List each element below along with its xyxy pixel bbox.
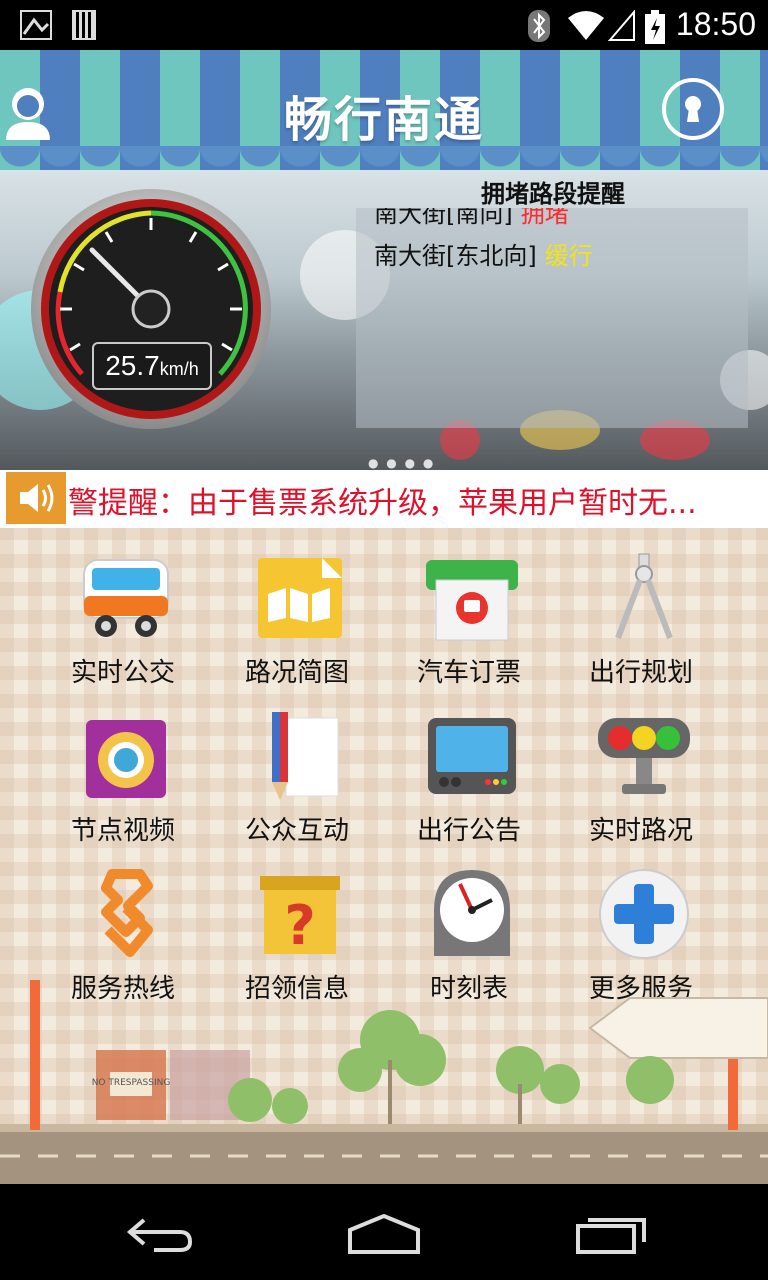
speed-value: 25.7 bbox=[105, 350, 160, 381]
traffic-panel: 25.7km/h 拥堵路段提醒 南大街[南向] 拥堵 南大街[东北向] 缓行 ● ●… bbox=[0, 170, 768, 470]
clock-icon bbox=[434, 870, 510, 956]
congestion-item[interactable]: 南大街[东北向] 缓行 bbox=[374, 236, 593, 271]
clock-time: 18:50 bbox=[675, 6, 756, 42]
svg-text:?: ? bbox=[284, 894, 315, 957]
menu-item-realtime-traffic[interactable]: 实时路况 bbox=[556, 698, 726, 848]
menu-label: 出行公告 bbox=[416, 816, 521, 846]
speedometer-gauge bbox=[31, 189, 271, 429]
menu-label: 实时路况 bbox=[588, 816, 693, 846]
speed-unit: km/h bbox=[159, 359, 199, 379]
menu-label: 公众互动 bbox=[244, 816, 349, 846]
road-name: 南大街[东北向] bbox=[374, 242, 537, 270]
notice-text: 警提醒：由于售票系统升级，苹果用户暂时无... bbox=[68, 486, 697, 521]
status-bar: 18:50 bbox=[0, 0, 768, 50]
system-nav-bar bbox=[0, 1184, 768, 1280]
map-icon bbox=[258, 558, 342, 638]
compass-icon bbox=[615, 553, 673, 640]
speed-readout: 25.7km/h bbox=[92, 342, 212, 390]
road-name: 南大街[南向] bbox=[374, 208, 513, 228]
menu-item-trip-planning[interactable]: 出行规划 bbox=[556, 540, 726, 690]
recent-apps-button-icon[interactable] bbox=[574, 1214, 648, 1254]
pencil-icon bbox=[272, 712, 339, 800]
menu-item-ticket-booking[interactable]: 汽车订票 bbox=[384, 540, 554, 690]
signal-icon bbox=[608, 10, 635, 41]
bus-icon bbox=[83, 559, 169, 637]
keyhole-icon bbox=[685, 96, 701, 122]
traffic-light-icon bbox=[598, 718, 690, 794]
lock-button[interactable] bbox=[662, 78, 724, 140]
congestion-status: 缓行 bbox=[544, 242, 593, 270]
screenshot-icon bbox=[20, 10, 52, 40]
menu-label: 路况简图 bbox=[244, 658, 349, 688]
home-button-icon[interactable] bbox=[346, 1212, 422, 1256]
notice-bar[interactable]: 警提醒：由于售票系统升级，苹果用户暂时无... bbox=[0, 470, 768, 528]
menu-label: 汽车订票 bbox=[416, 658, 521, 688]
menu-item-public-interaction[interactable]: 公众互动 bbox=[212, 698, 382, 848]
congestion-list[interactable]: 南大街[南向] 拥堵 南大街[东北向] 缓行 bbox=[356, 208, 748, 428]
menu-label: 实时公交 bbox=[70, 658, 175, 688]
hotline-icon bbox=[101, 869, 153, 957]
ticket-icon bbox=[426, 560, 518, 641]
speaker-icon-box bbox=[6, 472, 66, 524]
wifi-icon bbox=[568, 11, 604, 40]
app-title: 畅行南通 bbox=[283, 92, 484, 148]
battery-icon bbox=[645, 10, 665, 44]
menu-label: 出行规划 bbox=[588, 658, 693, 688]
menu-item-traffic-map[interactable]: 路况简图 bbox=[212, 540, 382, 690]
menu-item-travel-notice[interactable]: 出行公告 bbox=[384, 698, 554, 848]
question-box-icon: ? bbox=[260, 876, 340, 957]
page-indicator: ● ● ● ● bbox=[368, 456, 436, 470]
back-button-icon[interactable] bbox=[124, 1214, 196, 1254]
menu-label: 节点视频 bbox=[70, 816, 175, 846]
scenery-illustration: NO TRESPASSING bbox=[0, 980, 768, 1184]
sign-text: NO TRESPASSING bbox=[92, 1078, 171, 1088]
congestion-status: 拥堵 bbox=[520, 208, 569, 228]
menu-item-node-video[interactable]: 节点视频 bbox=[38, 698, 208, 848]
congestion-title: 拥堵路段提醒 bbox=[481, 180, 625, 208]
monitor-icon bbox=[428, 718, 516, 794]
app-header: 畅行南通 bbox=[0, 50, 768, 170]
congestion-item[interactable]: 南大街[南向] 拥堵 bbox=[374, 208, 569, 229]
speaker-icon bbox=[20, 484, 54, 512]
sd-card-icon bbox=[72, 10, 96, 40]
camera-icon bbox=[86, 720, 166, 798]
plus-icon bbox=[599, 869, 689, 959]
bluetooth-icon bbox=[528, 10, 550, 42]
menu-item-realtime-bus[interactable]: 实时公交 bbox=[38, 540, 208, 690]
